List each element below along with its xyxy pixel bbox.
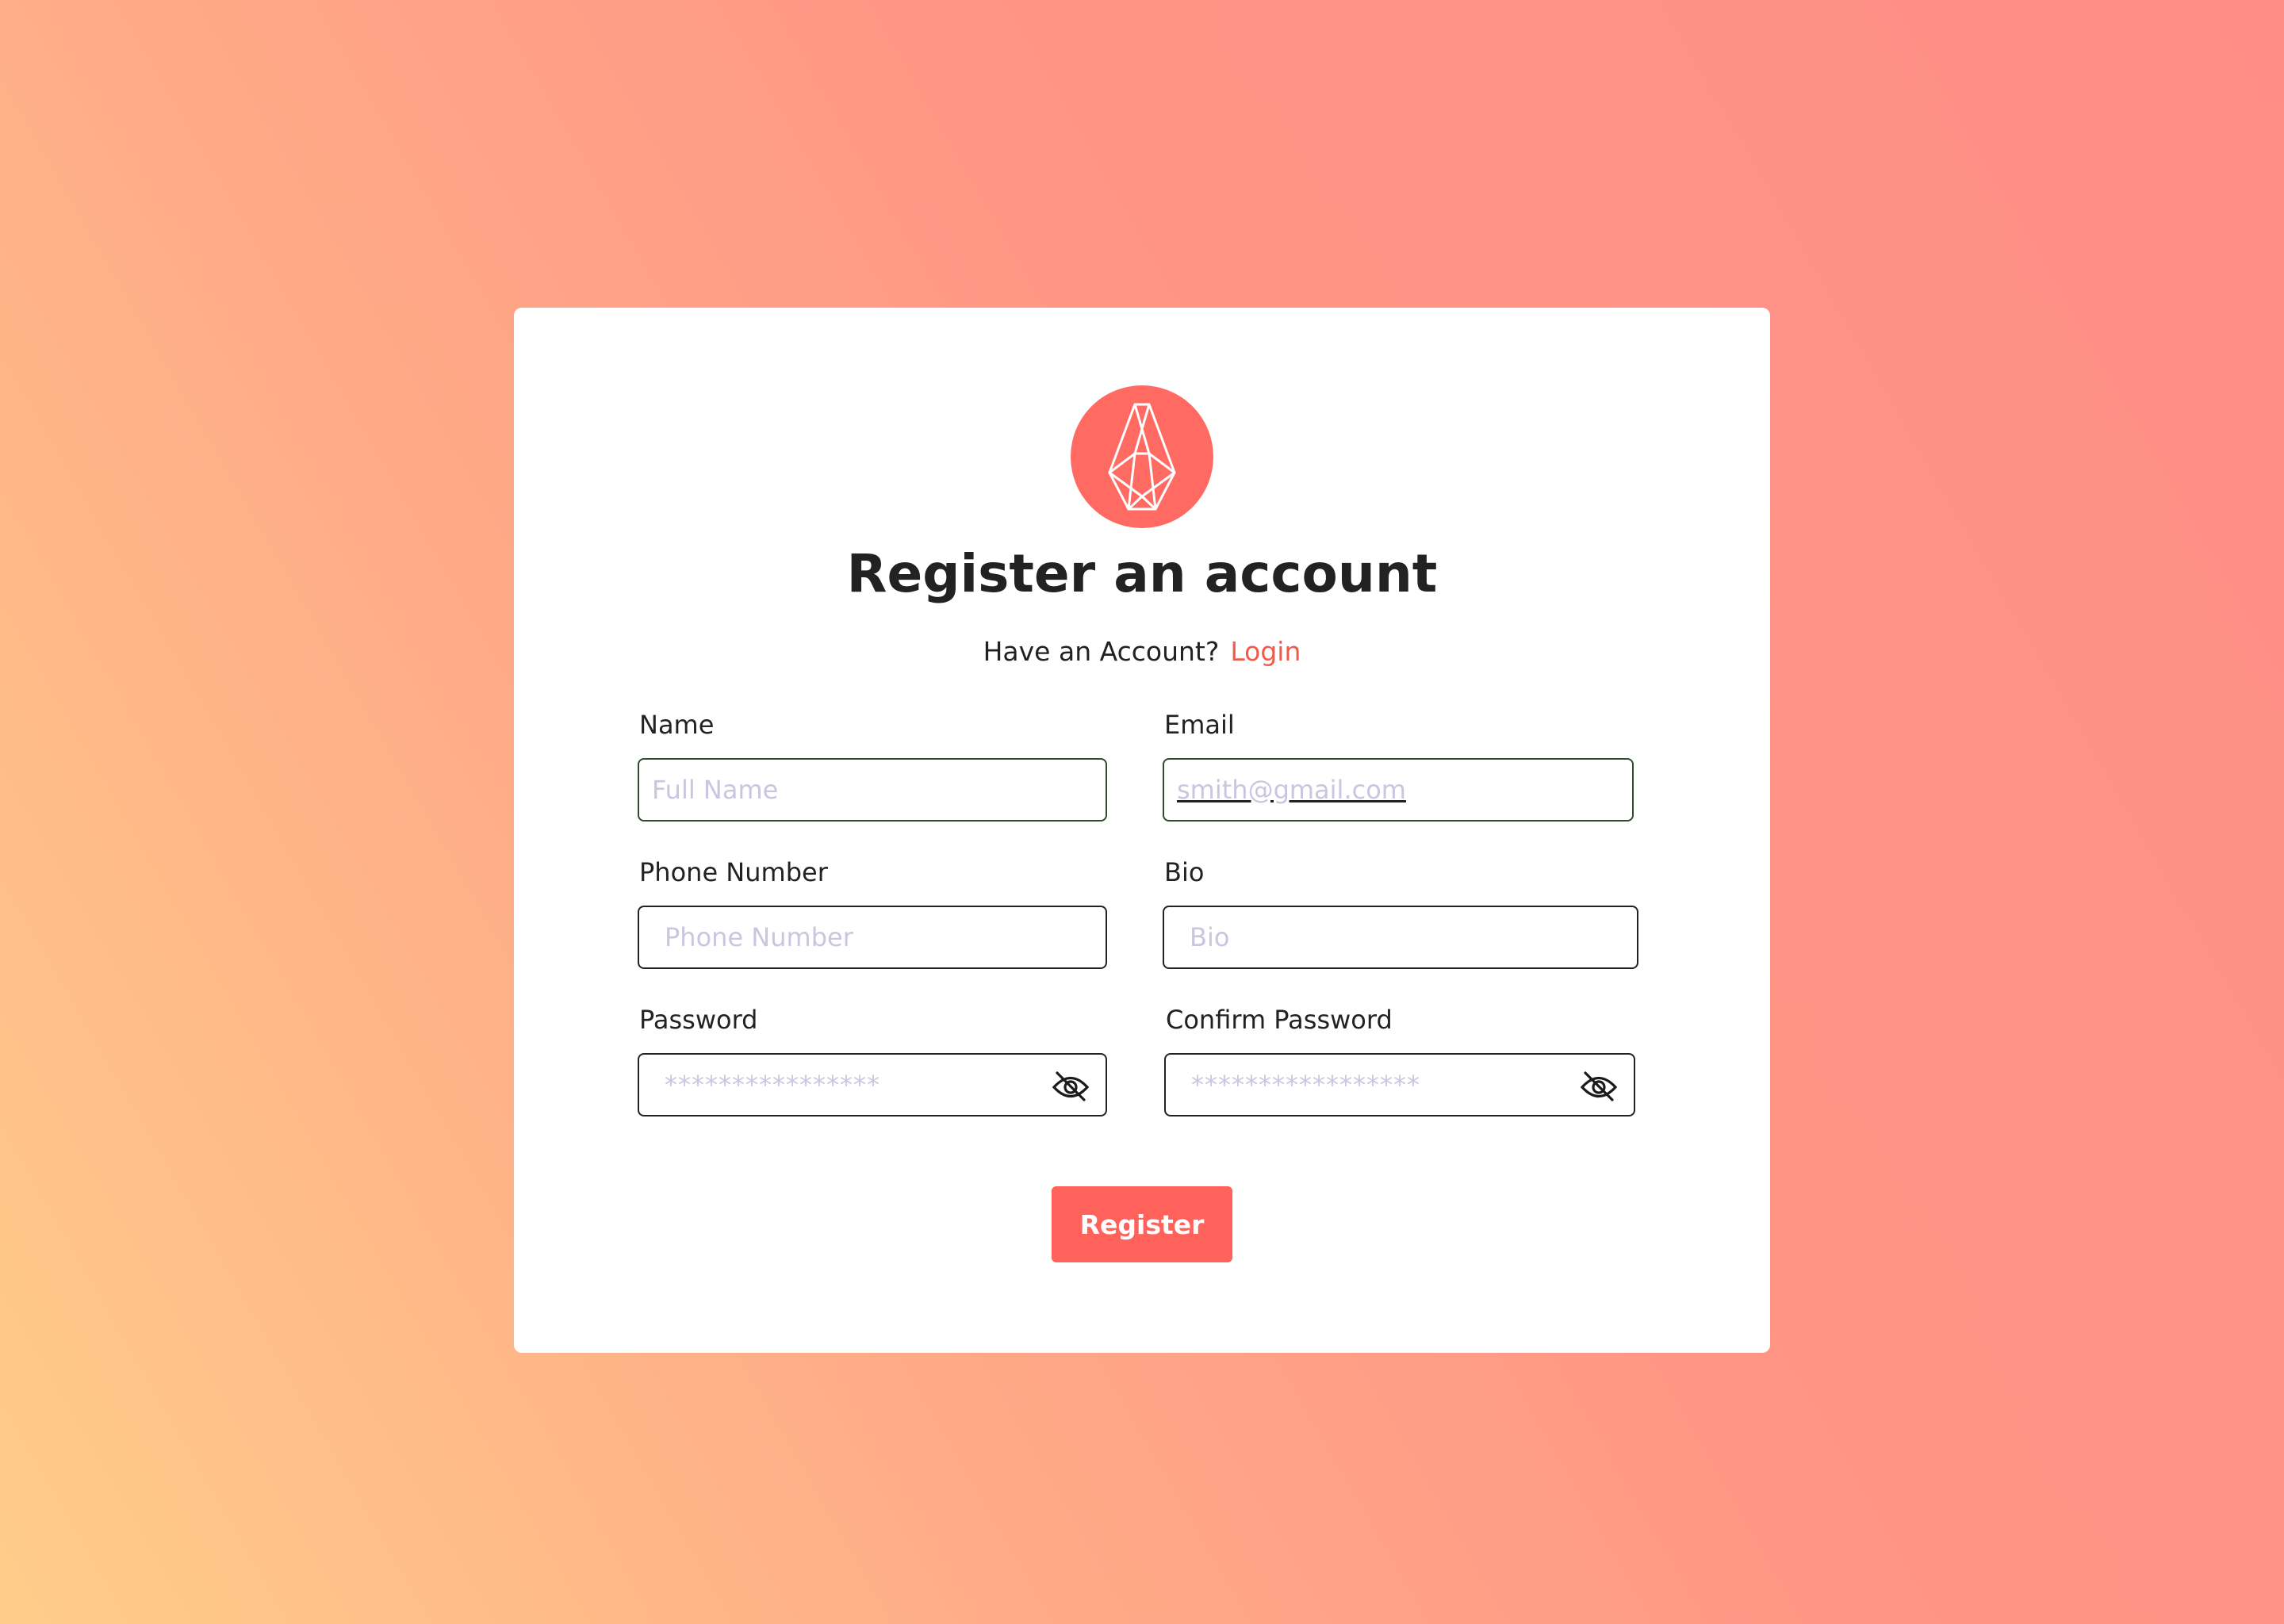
page-title: Register an account bbox=[846, 543, 1438, 604]
email-input[interactable] bbox=[1164, 760, 1632, 820]
name-label: Name bbox=[639, 710, 715, 740]
password-field-box bbox=[638, 1053, 1107, 1116]
confirm-password-label: Confirm Password bbox=[1166, 1005, 1393, 1035]
login-link[interactable]: Login bbox=[1230, 636, 1301, 667]
email-label: Email bbox=[1164, 710, 1235, 740]
crystal-gem-icon bbox=[1108, 403, 1176, 511]
bio-input[interactable] bbox=[1164, 907, 1637, 967]
phone-input[interactable] bbox=[639, 907, 1106, 967]
login-prompt: Have an Account? Login bbox=[514, 634, 1770, 669]
bio-field-box bbox=[1163, 906, 1638, 969]
logo bbox=[1071, 385, 1213, 528]
eye-slash-icon[interactable] bbox=[1052, 1071, 1090, 1102]
password-label: Password bbox=[639, 1005, 758, 1035]
confirm-password-input[interactable] bbox=[1166, 1055, 1634, 1115]
name-field-box bbox=[638, 758, 1107, 822]
bio-label: Bio bbox=[1164, 857, 1205, 887]
password-input[interactable] bbox=[639, 1055, 1106, 1115]
confirm-password-field-box bbox=[1164, 1053, 1635, 1116]
name-input[interactable] bbox=[639, 760, 1106, 820]
phone-field-box bbox=[638, 906, 1107, 969]
eye-slash-icon[interactable] bbox=[1580, 1071, 1618, 1102]
register-card: Register an account Have an Account? Logi… bbox=[514, 308, 1770, 1353]
register-button[interactable]: Register bbox=[1052, 1186, 1232, 1262]
email-field-box bbox=[1163, 758, 1634, 822]
phone-label: Phone Number bbox=[639, 857, 828, 887]
login-prompt-text: Have an Account? bbox=[983, 636, 1220, 667]
